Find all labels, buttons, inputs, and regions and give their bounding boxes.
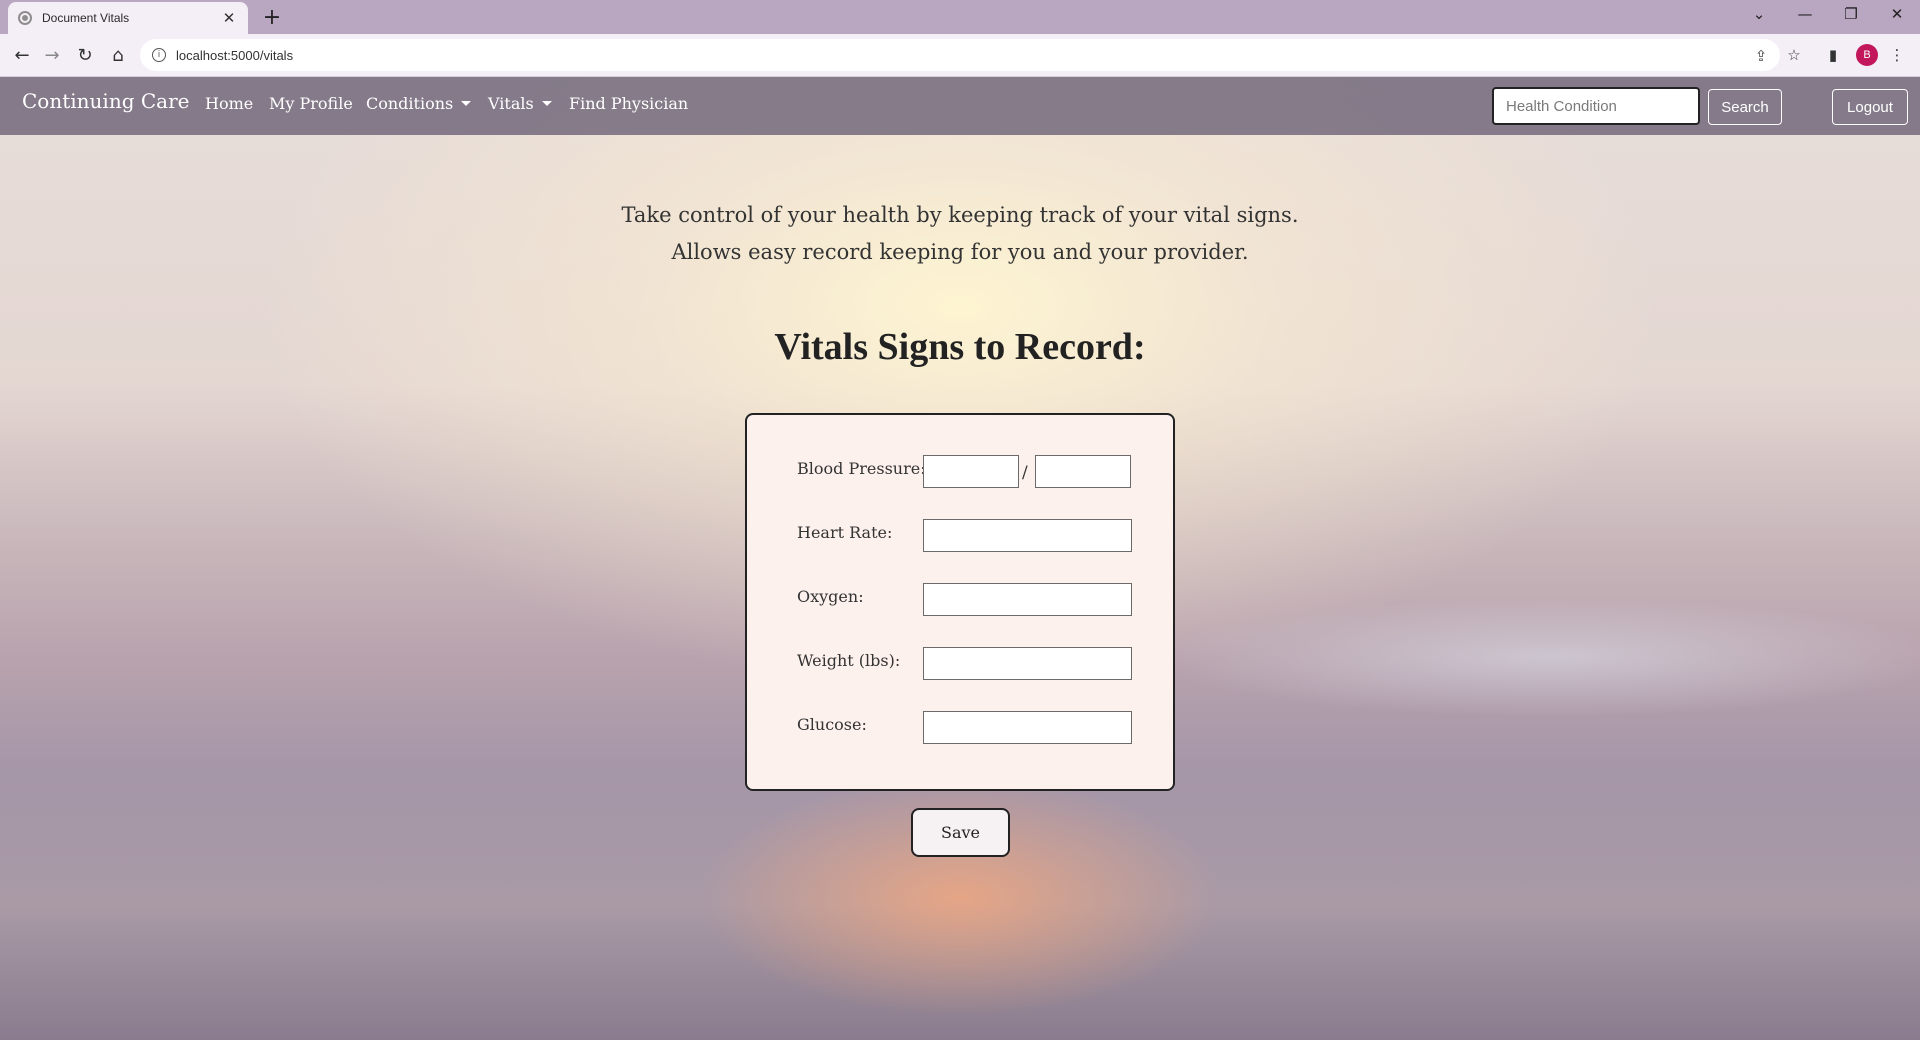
nav-find-physician[interactable]: Find Physician <box>569 94 688 113</box>
browser-tab-strip: Document Vitals ✕ + ⌄ — ❐ ✕ <box>0 0 1920 34</box>
site-info-icon[interactable]: i <box>152 48 166 62</box>
site-navbar: Continuing Care Home My Profile Conditio… <box>0 77 1920 135</box>
tab-title: Document Vitals <box>42 11 130 25</box>
intro-line-1: Take control of your health by keeping t… <box>621 203 1299 227</box>
heart-rate-input[interactable] <box>923 519 1132 552</box>
vitals-form: Blood Pressure: / Heart Rate: Oxygen: We… <box>745 413 1175 791</box>
profile-avatar[interactable]: B <box>1856 44 1878 66</box>
nav-my-profile[interactable]: My Profile <box>269 94 353 113</box>
back-icon[interactable]: ← <box>8 41 36 69</box>
new-tab-button[interactable]: + <box>258 3 286 31</box>
browser-tab[interactable]: Document Vitals ✕ <box>8 2 248 34</box>
minimize-button[interactable]: — <box>1782 0 1828 28</box>
nav-vitals-label: Vitals <box>488 94 534 113</box>
globe-icon <box>18 11 32 25</box>
forward-icon[interactable]: → <box>38 41 66 69</box>
search-button[interactable]: Search <box>1708 89 1782 125</box>
weight-input[interactable] <box>923 647 1132 680</box>
systolic-input[interactable] <box>923 455 1019 488</box>
browser-toolbar: ← → ↻ ⌂ i localhost:5000/vitals ⇪ ☆ ▮ B … <box>0 34 1920 77</box>
glucose-label: Glucose: <box>797 715 867 734</box>
blood-pressure-label: Blood Pressure: <box>797 459 926 478</box>
diastolic-input[interactable] <box>1035 455 1131 488</box>
nav-conditions-dropdown[interactable]: Conditions <box>366 94 472 113</box>
nav-conditions-label: Conditions <box>366 94 454 113</box>
close-window-button[interactable]: ✕ <box>1874 0 1920 28</box>
close-tab-icon[interactable]: ✕ <box>220 9 238 27</box>
bp-separator: / <box>1022 463 1028 483</box>
glucose-input[interactable] <box>923 711 1132 744</box>
url-text[interactable]: localhost:5000/vitals <box>176 48 293 63</box>
menu-kebab-icon[interactable]: ⋮ <box>1886 44 1908 66</box>
home-icon[interactable]: ⌂ <box>104 41 132 69</box>
page-background: Continuing Care Home My Profile Conditio… <box>0 77 1920 1040</box>
weight-label: Weight (lbs): <box>797 651 901 670</box>
share-icon[interactable]: ⇪ <box>1750 45 1772 67</box>
reload-icon[interactable]: ↻ <box>71 41 99 69</box>
caret-down-icon <box>541 101 552 106</box>
brand-logo[interactable]: Continuing Care <box>22 89 189 113</box>
intro-text: Take control of your health by keeping t… <box>460 197 1460 271</box>
oxygen-input[interactable] <box>923 583 1132 616</box>
nav-home[interactable]: Home <box>205 94 253 113</box>
side-panel-icon[interactable]: ▮ <box>1822 44 1844 66</box>
save-button[interactable]: Save <box>911 808 1010 857</box>
restore-button[interactable]: ❐ <box>1828 0 1874 28</box>
wave-decoration <box>1150 597 1920 717</box>
tab-search-icon[interactable]: ⌄ <box>1736 0 1782 28</box>
intro-line-2: Allows easy record keeping for you and y… <box>671 240 1249 264</box>
page-title: Vitals Signs to Record: <box>774 326 1146 368</box>
nav-vitals-dropdown[interactable]: Vitals <box>488 94 552 113</box>
heart-rate-label: Heart Rate: <box>797 523 893 542</box>
logout-button[interactable]: Logout <box>1832 89 1908 125</box>
health-condition-search-input[interactable] <box>1492 87 1700 125</box>
oxygen-label: Oxygen: <box>797 587 864 606</box>
address-bar[interactable]: i localhost:5000/vitals ⇪ <box>140 39 1780 71</box>
caret-down-icon <box>461 101 472 106</box>
bookmark-star-icon[interactable]: ☆ <box>1783 44 1805 66</box>
